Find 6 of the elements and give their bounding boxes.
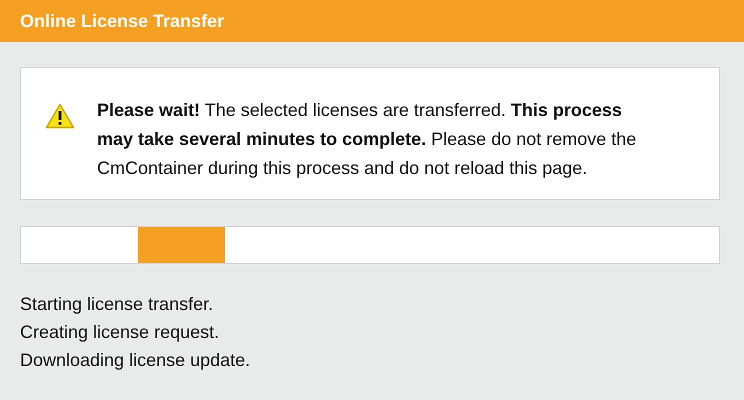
message-text: Please wait! The selected licenses are transferred. This process may take several minutes to complete. Please do not remove the CmContainer during this process and do not reload this page.	[97, 99, 638, 180]
page-title: Online License Transfer	[20, 10, 224, 32]
log-line: Creating license request.	[20, 321, 220, 344]
warning-icon	[45, 103, 75, 129]
log-line: Downloading license update.	[20, 349, 252, 372]
log-line: Starting license transfer.	[20, 293, 214, 316]
